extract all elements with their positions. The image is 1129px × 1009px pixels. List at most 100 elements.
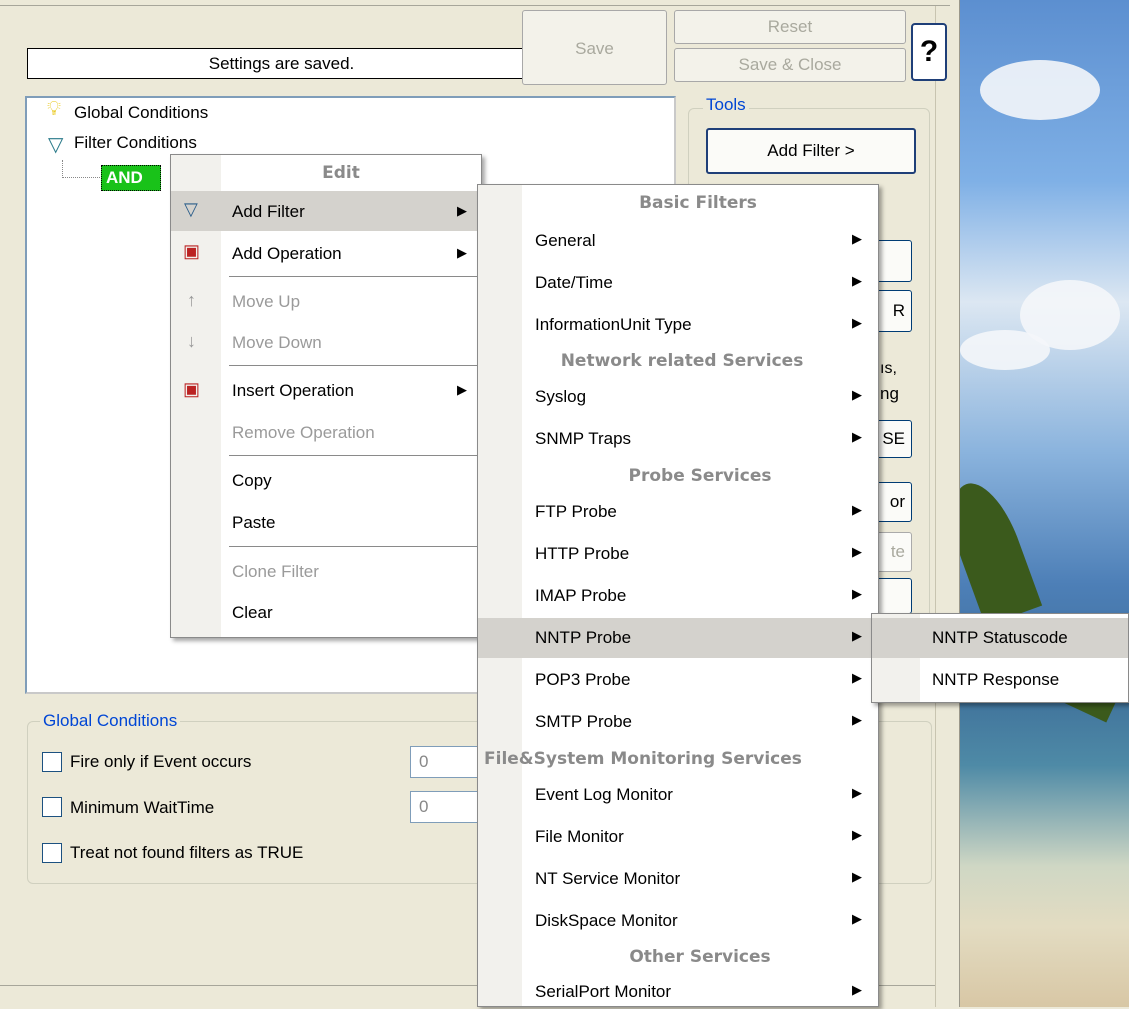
menu-item-smtp-probe[interactable]: SMTP Probe ▶ bbox=[478, 702, 878, 742]
menu-item-general[interactable]: General ▶ bbox=[478, 221, 878, 261]
menu-item-label: Insert Operation bbox=[232, 381, 354, 400]
operation-icon: ▣ bbox=[183, 379, 201, 399]
submenu-arrow-icon: ▶ bbox=[852, 827, 862, 842]
tree-item-global-conditions[interactable]: Global Conditions bbox=[74, 103, 208, 123]
tool-button-label: R bbox=[892, 301, 905, 320]
menu-item-http-probe[interactable]: HTTP Probe ▶ bbox=[478, 534, 878, 574]
min-wait-label: Minimum WaitTime bbox=[70, 798, 215, 817]
menu-item-label: Event Log Monitor bbox=[535, 785, 673, 804]
menu-item-clone-filter[interactable]: Clone Filter bbox=[171, 552, 481, 592]
menu-item-label: NNTP Response bbox=[932, 670, 1060, 689]
help-button[interactable]: ? bbox=[911, 23, 947, 81]
menu-item-label: POP3 Probe bbox=[535, 670, 631, 689]
save-button[interactable]: Save bbox=[522, 10, 667, 85]
tree-item-filter-conditions[interactable]: Filter Conditions bbox=[74, 133, 197, 153]
menu-item-nntp-statuscode[interactable]: NNTP Statuscode bbox=[872, 618, 1128, 658]
menu-item-label: Add Filter bbox=[232, 202, 305, 221]
status-message: Settings are saved. bbox=[27, 48, 536, 79]
splitter[interactable] bbox=[935, 0, 960, 1007]
menu-item-serialport-monitor[interactable]: SerialPort Monitor ▶ bbox=[478, 973, 878, 1009]
menu-item-imap-probe[interactable]: IMAP Probe ▶ bbox=[478, 576, 878, 616]
submenu-arrow-icon: ▶ bbox=[852, 429, 862, 444]
edit-context-menu: Edit ▽ Add Filter ▶ ▣ Add Operation ▶ ↑ … bbox=[170, 154, 482, 638]
window-top-border bbox=[0, 0, 950, 6]
menu-item-nt-service-monitor[interactable]: NT Service Monitor ▶ bbox=[478, 859, 878, 899]
tools-title: Tools bbox=[703, 95, 749, 115]
menu-item-file-monitor[interactable]: File Monitor ▶ bbox=[478, 817, 878, 857]
submenu-arrow-icon: ▶ bbox=[457, 245, 467, 260]
submenu-arrow-icon: ▶ bbox=[852, 911, 862, 926]
submenu-arrow-icon: ▶ bbox=[852, 387, 862, 402]
add-filter-tool-button[interactable]: Add Filter > bbox=[706, 128, 916, 174]
submenu-arrow-icon: ▶ bbox=[852, 544, 862, 559]
menu-item-copy[interactable]: Copy bbox=[171, 461, 481, 501]
menu-item-add-filter[interactable]: ▽ Add Filter ▶ bbox=[171, 191, 481, 231]
save-close-button[interactable]: Save & Close bbox=[674, 48, 906, 82]
submenu-arrow-icon: ▶ bbox=[852, 712, 862, 727]
menu-header: Probe Services bbox=[628, 466, 772, 486]
min-wait-checkbox[interactable] bbox=[42, 797, 62, 817]
menu-item-ftp-probe[interactable]: FTP Probe ▶ bbox=[478, 492, 878, 532]
menu-item-clear[interactable]: Clear bbox=[171, 593, 481, 633]
arrow-up-icon: ↑ bbox=[187, 290, 196, 310]
menu-header: Other Services bbox=[629, 947, 771, 967]
nntp-probe-submenu: NNTP Statuscode NNTP Response bbox=[871, 613, 1129, 703]
menu-header: Edit bbox=[322, 163, 360, 183]
funnel-icon: ▽ bbox=[184, 199, 198, 219]
menu-item-pop3-probe[interactable]: POP3 Probe ▶ bbox=[478, 660, 878, 700]
menu-item-label: Date/Time bbox=[535, 273, 613, 292]
menu-item-syslog[interactable]: Syslog ▶ bbox=[478, 377, 878, 417]
menu-item-label: IMAP Probe bbox=[535, 586, 627, 605]
fire-only-input[interactable]: 0 bbox=[410, 746, 480, 778]
global-conditions-title: Global Conditions bbox=[40, 711, 181, 731]
menu-item-label: NNTP Probe bbox=[535, 628, 632, 647]
menu-item-paste[interactable]: Paste bbox=[171, 503, 481, 543]
menu-item-label: NNTP Statuscode bbox=[932, 628, 1068, 647]
menu-item-label: File Monitor bbox=[535, 827, 624, 846]
desktop-background bbox=[937, 0, 1129, 1007]
tool-button-label: SE bbox=[882, 429, 905, 448]
reset-button[interactable]: Reset bbox=[674, 10, 906, 44]
min-wait-input[interactable]: 0 bbox=[410, 791, 480, 823]
menu-separator bbox=[229, 546, 477, 547]
menu-item-remove-operation[interactable]: Remove Operation bbox=[171, 413, 481, 453]
menu-header: Basic Filters bbox=[639, 193, 757, 213]
tree-connector bbox=[62, 160, 100, 178]
menu-item-move-down[interactable]: ↓ Move Down bbox=[171, 323, 481, 363]
menu-item-insert-operation[interactable]: ▣ Insert Operation ▶ bbox=[171, 371, 481, 411]
submenu-arrow-icon: ▶ bbox=[852, 785, 862, 800]
menu-item-label: Clear bbox=[232, 603, 273, 622]
menu-separator bbox=[229, 455, 477, 456]
menu-item-label: Paste bbox=[232, 513, 276, 532]
fire-only-checkbox[interactable] bbox=[42, 752, 62, 772]
operation-icon: ▣ bbox=[183, 241, 201, 261]
menu-item-label: SMTP Probe bbox=[535, 712, 633, 731]
cloud bbox=[980, 60, 1100, 120]
menu-item-snmp-traps[interactable]: SNMP Traps ▶ bbox=[478, 419, 878, 459]
treat-not-found-label: Treat not found filters as TRUE bbox=[70, 843, 304, 862]
menu-item-label: NT Service Monitor bbox=[535, 869, 681, 888]
lightbulb-icon: 💡︎ bbox=[47, 98, 61, 120]
menu-item-informationunit-type[interactable]: InformationUnit Type ▶ bbox=[478, 305, 878, 345]
tree-item-and-operation[interactable]: AND bbox=[101, 165, 161, 191]
menu-item-move-up[interactable]: ↑ Move Up bbox=[171, 282, 481, 322]
menu-item-diskspace-monitor[interactable]: DiskSpace Monitor ▶ bbox=[478, 901, 878, 941]
fire-only-label: Fire only if Event occurs bbox=[70, 752, 252, 771]
menu-item-nntp-probe[interactable]: NNTP Probe ▶ bbox=[478, 618, 878, 658]
menu-item-label: Move Down bbox=[232, 333, 322, 352]
menu-separator bbox=[229, 276, 477, 277]
submenu-arrow-icon: ▶ bbox=[852, 670, 862, 685]
tools-text: ıs, bbox=[880, 360, 897, 377]
menu-item-label: FTP Probe bbox=[535, 502, 617, 521]
submenu-arrow-icon: ▶ bbox=[852, 315, 862, 330]
submenu-arrow-icon: ▶ bbox=[457, 203, 467, 218]
treat-not-found-checkbox[interactable] bbox=[42, 843, 62, 863]
menu-item-label: Syslog bbox=[535, 387, 587, 406]
menu-item-label: SNMP Traps bbox=[535, 429, 632, 448]
menu-item-label: Remove Operation bbox=[232, 423, 375, 442]
menu-item-date-time[interactable]: Date/Time ▶ bbox=[478, 263, 878, 303]
menu-item-event-log-monitor[interactable]: Event Log Monitor ▶ bbox=[478, 775, 878, 815]
menu-item-add-operation[interactable]: ▣ Add Operation ▶ bbox=[171, 233, 481, 273]
menu-item-nntp-response[interactable]: NNTP Response bbox=[872, 660, 1128, 700]
cloud bbox=[960, 330, 1050, 370]
